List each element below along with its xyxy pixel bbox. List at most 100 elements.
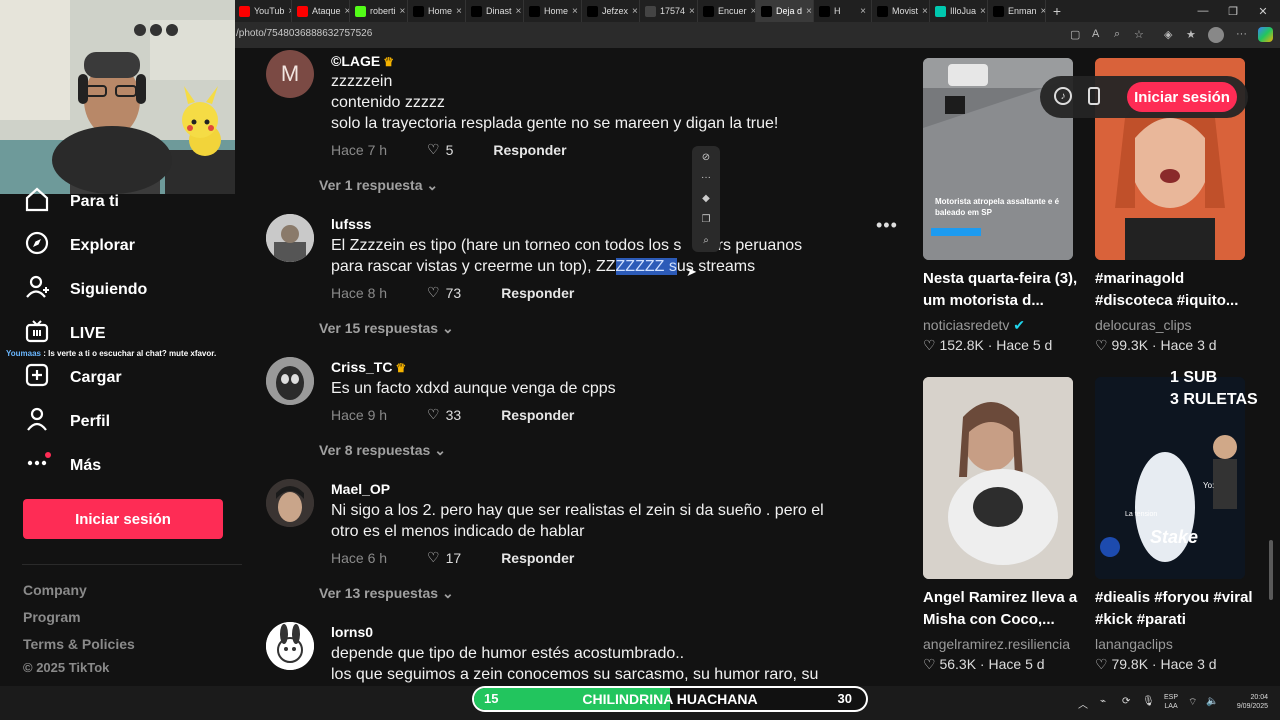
view-replies-button[interactable]: Ver 15 respuestas ⌄ — [319, 320, 454, 337]
sidebar-item-explorar[interactable]: Explorar — [24, 230, 135, 261]
favorites-bar-icon[interactable]: ★ — [1186, 28, 1196, 41]
comment-username[interactable]: Mael_OP — [331, 481, 390, 497]
close-tab-icon[interactable]: × — [632, 6, 638, 17]
sidebar-item-siguiendo[interactable]: Siguiendo — [24, 274, 147, 305]
close-tab-icon[interactable]: × — [689, 6, 695, 17]
browser-tab[interactable]: Home × — [524, 0, 582, 22]
like-button[interactable]: ♡ 33 — [427, 406, 461, 423]
footer-link[interactable]: Company — [23, 582, 87, 598]
language-indicator[interactable]: ESP LAA — [1164, 693, 1178, 711]
more-icon[interactable]: ··· — [692, 172, 720, 183]
copilot-icon[interactable]: ◆ — [692, 193, 720, 204]
sidebar-item-live[interactable]: LIVE — [24, 318, 106, 349]
comment-avatar[interactable] — [266, 479, 314, 527]
comment-avatar[interactable] — [266, 622, 314, 670]
footer-link[interactable]: Program — [23, 609, 81, 625]
video-author[interactable]: lanangaclips — [1095, 636, 1173, 652]
menu-dots-icon[interactable]: ··· — [1236, 28, 1247, 40]
search-icon[interactable]: ⌕ — [692, 235, 720, 246]
video-title[interactable]: Angel Ramirez lleva a Misha con Coco,... — [923, 587, 1083, 631]
browser-tab[interactable]: YouTub× — [234, 0, 292, 22]
footer-link[interactable]: Terms & Policies — [23, 636, 135, 652]
scrollbar-thumb[interactable] — [1269, 540, 1273, 600]
maximize-icon[interactable]: ❐ — [1218, 0, 1248, 22]
comment-avatar[interactable] — [266, 214, 314, 262]
zoom-icon[interactable]: ⌕ — [1114, 28, 1120, 41]
sidebar-item-perfil[interactable]: Perfil — [24, 406, 110, 437]
close-tab-icon[interactable]: × — [456, 6, 462, 17]
comment-avatar[interactable] — [266, 357, 314, 405]
sidebar-item-más[interactable]: Más — [24, 450, 101, 481]
comment-username[interactable]: ©LAGE ♛ — [331, 53, 394, 69]
video-title[interactable]: #diealis #foryou #viral #kick #parati — [1095, 587, 1255, 631]
close-tab-icon[interactable]: × — [806, 6, 812, 17]
sidebar-login-button[interactable]: Iniciar sesión — [23, 499, 223, 539]
browser-tab[interactable]: IlloJua × — [930, 0, 988, 22]
browser-tab[interactable]: roberti × — [350, 0, 408, 22]
sync-icon[interactable]: ⟳ — [1122, 696, 1130, 707]
comment-username[interactable]: lorns0 — [331, 624, 373, 640]
microphone-icon[interactable]: 🎙 — [1142, 696, 1155, 707]
profile-avatar[interactable] — [1208, 27, 1224, 43]
header-login-button[interactable]: Iniciar sesión — [1127, 82, 1237, 112]
hide-icon[interactable]: ⊘ — [692, 152, 720, 163]
view-replies-button[interactable]: Ver 1 respuesta ⌄ — [319, 177, 438, 194]
network-icon[interactable]: ⌁ — [1100, 696, 1106, 707]
video-author[interactable]: angelramirez.resiliencia — [923, 636, 1070, 652]
view-replies-button[interactable]: Ver 8 respuestas ⌄ — [319, 442, 446, 459]
tray-chevron-icon[interactable]: ︿ — [1078, 696, 1088, 711]
favorite-icon[interactable]: ☆ — [1134, 28, 1144, 41]
like-button[interactable]: ♡ 73 — [427, 284, 461, 301]
reply-button[interactable]: Responder — [501, 407, 574, 423]
copy-icon[interactable]: ❐ — [692, 214, 720, 225]
browser-tab[interactable]: Home × — [408, 0, 466, 22]
video-title[interactable]: Nesta quarta-feira (3), um motorista d..… — [923, 268, 1083, 312]
more-options-icon[interactable]: ••• — [876, 215, 898, 236]
like-button[interactable]: ♡ 17 — [427, 549, 461, 566]
sidebar-item-cargar[interactable]: Cargar — [24, 362, 122, 393]
browser-tab[interactable]: Movist × — [872, 0, 930, 22]
browser-tab[interactable]: Dinast × — [466, 0, 524, 22]
tab-label: Home — [428, 6, 453, 16]
new-tab-button[interactable]: + — [1046, 3, 1068, 19]
like-button[interactable]: ♡ 5 — [427, 141, 453, 158]
comment-time: Hace 7 h — [331, 141, 388, 158]
comment-avatar[interactable]: M — [266, 50, 314, 98]
comment-username[interactable]: lufsss — [331, 216, 371, 232]
close-tab-icon[interactable]: × — [400, 6, 406, 17]
reply-button[interactable]: Responder — [501, 550, 574, 566]
translate-icon[interactable]: A — [1092, 28, 1099, 40]
tiktok-coin-icon[interactable]: ♪ — [1054, 87, 1072, 105]
extension-icon[interactable]: ◈ — [1164, 28, 1172, 41]
close-tab-icon[interactable]: × — [980, 6, 986, 17]
video-author[interactable]: noticiasredetv ✔ — [923, 317, 1025, 334]
browser-tab[interactable]: Enman × — [988, 0, 1046, 22]
minimize-icon[interactable]: — — [1188, 0, 1218, 22]
close-tab-icon[interactable]: × — [860, 6, 866, 17]
url-text[interactable]: /photo/7548036888632757526 — [236, 28, 372, 39]
comment-username[interactable]: Criss_TC ♛ — [331, 359, 406, 375]
view-replies-button[interactable]: Ver 13 respuestas ⌄ — [319, 585, 454, 602]
volume-icon[interactable]: 🔈 — [1206, 696, 1218, 707]
read-mode-icon[interactable]: ▢ — [1070, 28, 1080, 41]
browser-tab[interactable]: Jefzex × — [582, 0, 640, 22]
device-icon[interactable] — [1088, 87, 1100, 105]
reply-button[interactable]: Responder — [501, 285, 574, 301]
close-tab-icon[interactable]: × — [572, 6, 578, 17]
reply-button[interactable]: Responder — [493, 142, 566, 158]
browser-tab[interactable]: Encuer × — [698, 0, 756, 22]
video-title[interactable]: #marinagold #discoteca #iquito... — [1095, 268, 1255, 312]
close-tab-icon[interactable]: × — [922, 6, 928, 17]
browser-tab[interactable]: H × — [814, 0, 872, 22]
sidebar-item-para-ti[interactable]: Para ti — [24, 186, 119, 217]
video-thumbnail[interactable] — [923, 377, 1073, 579]
clock[interactable]: 20:04 9/09/2025 — [1226, 693, 1268, 711]
video-author[interactable]: delocuras_clips — [1095, 317, 1192, 333]
close-window-icon[interactable]: ✕ — [1248, 0, 1278, 22]
browser-tab[interactable]: Ataque × — [292, 0, 350, 22]
browser-tab[interactable]: Deja d × — [756, 0, 814, 22]
copilot-icon[interactable] — [1258, 27, 1273, 42]
wifi-icon[interactable]: ⌔ — [1188, 696, 1197, 709]
browser-tab[interactable]: 17574 × — [640, 0, 698, 22]
close-tab-icon[interactable]: × — [516, 6, 522, 17]
